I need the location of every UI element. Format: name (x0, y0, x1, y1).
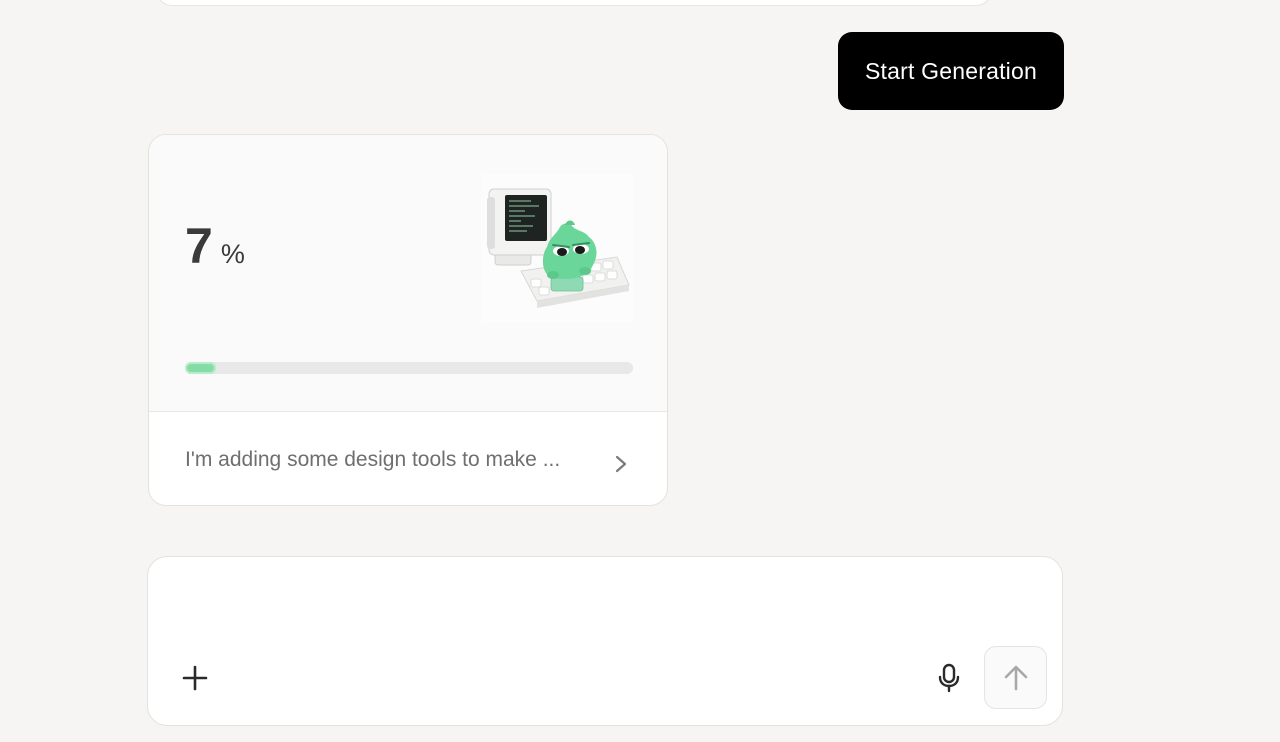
progress-percentage: 7 % (185, 221, 245, 271)
add-attachment-button[interactable] (178, 661, 212, 695)
generation-progress-card: 7 % I'm adding some design tools to make… (148, 134, 668, 506)
voice-input-button[interactable] (932, 661, 966, 695)
progress-header: 7 % (149, 135, 667, 412)
start-generation-button[interactable]: Start Generation (838, 32, 1064, 110)
progress-percent-value: 7 (185, 218, 213, 274)
plus-icon (182, 665, 208, 691)
microphone-icon (938, 663, 960, 693)
mascot-computer-illustration (481, 173, 633, 323)
status-message: I'm adding some design tools to make ... (185, 448, 561, 471)
message-composer (147, 556, 1063, 726)
message-input[interactable] (182, 585, 1026, 639)
status-message-row[interactable]: I'm adding some design tools to make ... (149, 412, 667, 505)
previous-message-card (156, 0, 992, 6)
progress-bar (185, 362, 633, 374)
send-button[interactable] (984, 646, 1047, 709)
arrow-up-icon (1004, 665, 1027, 690)
chevron-right-icon (615, 455, 627, 473)
progress-percent-sign: % (220, 239, 245, 269)
progress-bar-fill (185, 362, 217, 374)
